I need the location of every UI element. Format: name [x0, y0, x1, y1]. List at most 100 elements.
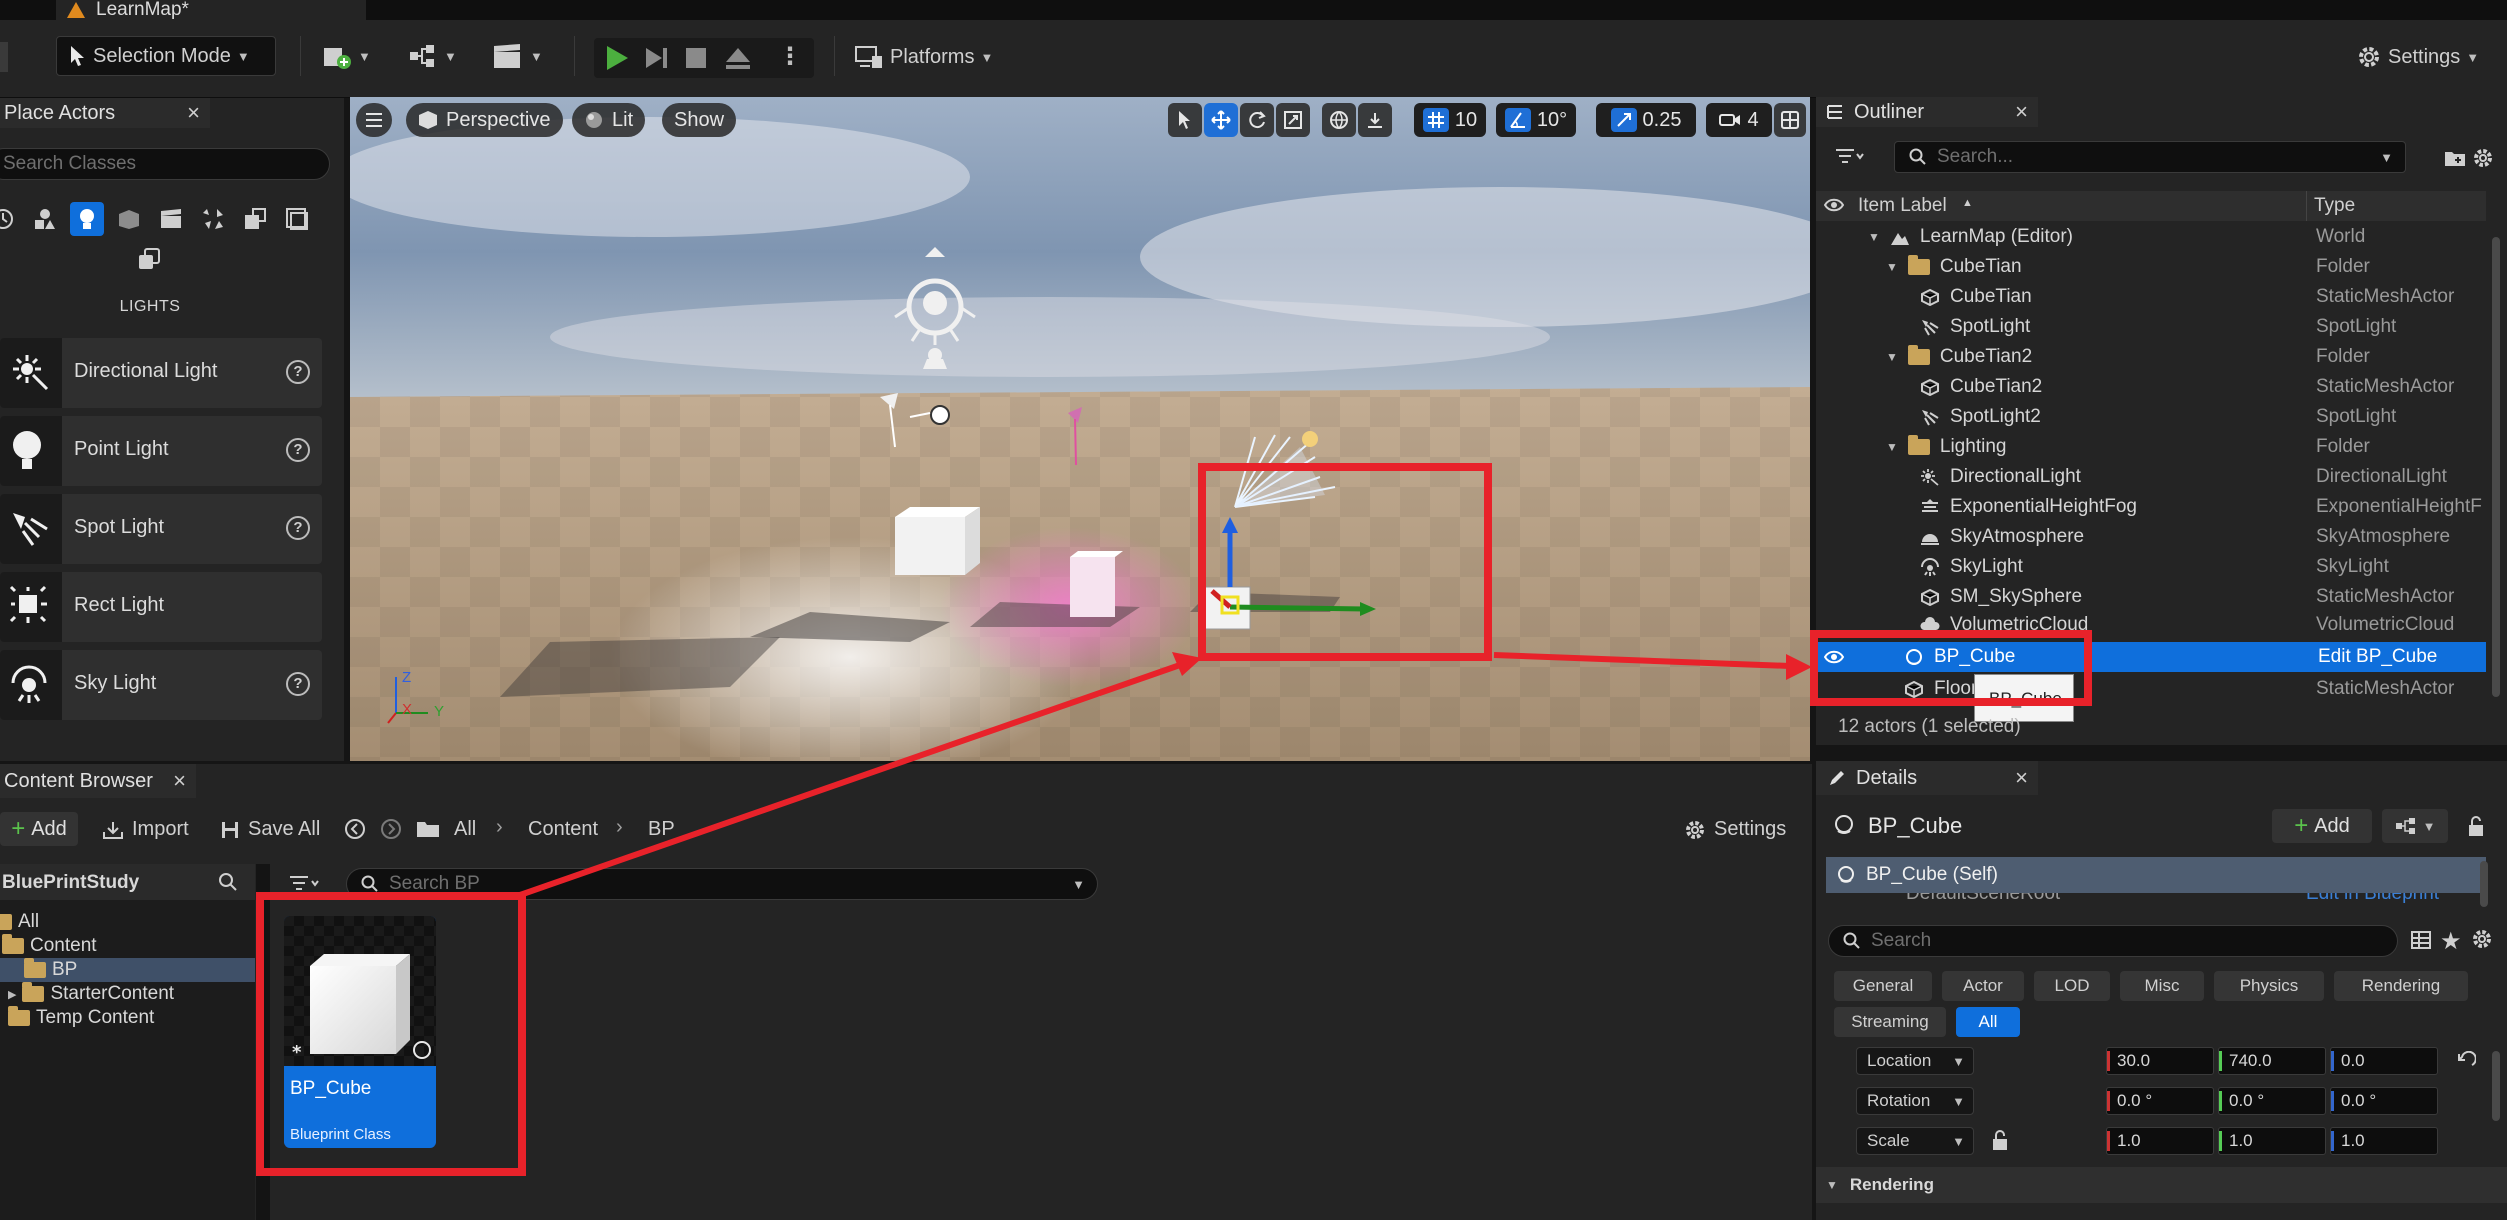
filter-streaming[interactable]: Streaming: [1834, 1007, 1946, 1037]
scale-z-field[interactable]: 1.0: [2330, 1127, 2438, 1155]
cinematics-button[interactable]: ▼: [492, 42, 543, 70]
close-icon[interactable]: ×: [187, 100, 200, 126]
location-dropdown[interactable]: Location ▼: [1856, 1047, 1974, 1075]
recently-placed-icon[interactable]: [0, 202, 20, 236]
unlock-icon[interactable]: [1990, 1129, 2010, 1151]
favorites-star-icon[interactable]: ★: [2440, 927, 2462, 956]
forward-arrow-icon[interactable]: [380, 818, 402, 840]
stop-icon[interactable]: [684, 46, 708, 70]
help-icon[interactable]: ?: [286, 438, 310, 462]
location-x-field[interactable]: 30.0: [2106, 1047, 2214, 1075]
selection-mode-dropdown[interactable]: Selection Mode ▼: [56, 36, 276, 76]
tree-item-bp[interactable]: BP: [0, 958, 255, 982]
filter-all[interactable]: All: [1956, 1007, 2020, 1037]
filter-lod[interactable]: LOD: [2034, 971, 2110, 1001]
new-folder-icon[interactable]: [2444, 149, 2466, 167]
blueprint-options-button[interactable]: ▼: [2382, 809, 2448, 843]
outliner-row-actor[interactable]: CubeTian StaticMeshActor: [1816, 282, 2486, 312]
add-component-button[interactable]: + Add: [2272, 809, 2372, 843]
outliner-row-world[interactable]: ▼ LearnMap (Editor) World: [1816, 222, 2486, 252]
outliner-row-actor[interactable]: VolumetricCloud VolumetricCloud: [1816, 612, 2486, 630]
breadcrumb-bp[interactable]: BP: [648, 818, 675, 841]
scale-snap-button[interactable]: 0.25: [1596, 103, 1696, 137]
blueprints-button[interactable]: ▼: [408, 42, 457, 70]
show-button[interactable]: Show: [662, 103, 737, 137]
tree-item-temp-content[interactable]: Temp Content: [0, 1006, 255, 1030]
project-header[interactable]: BluePrintStudy: [0, 864, 255, 900]
components-scrollbar[interactable]: [2480, 861, 2488, 907]
tree-item-all[interactable]: All: [0, 910, 255, 934]
outliner-row-folder[interactable]: ▼ Lighting Folder: [1816, 432, 2486, 462]
cinematic-icon[interactable]: [154, 202, 188, 236]
cb-settings-button[interactable]: Settings: [1684, 818, 1786, 841]
actor-name[interactable]: BP_Cube: [1868, 813, 1962, 839]
viewport-menu-button[interactable]: [356, 103, 392, 137]
rotation-z-field[interactable]: 0.0 °: [2330, 1087, 2438, 1115]
outliner-tab[interactable]: Outliner ×: [1816, 97, 2038, 127]
collapse-arrow-icon[interactable]: ▼: [1886, 350, 1898, 364]
close-icon[interactable]: ×: [2015, 99, 2028, 125]
scale-x-field[interactable]: 1.0: [2106, 1127, 2214, 1155]
help-icon[interactable]: ?: [286, 360, 310, 384]
surface-snap-button[interactable]: [1358, 103, 1392, 137]
advance-frame-icon[interactable]: [642, 44, 670, 72]
table-view-icon[interactable]: [2410, 929, 2432, 951]
component-child-row[interactable]: DefaultSceneRoot Edit in Blueprint: [1826, 893, 2486, 905]
filter-icon[interactable]: [288, 874, 322, 892]
outliner-row-actor[interactable]: ExponentialHeightFog ExponentialHeightF: [1816, 492, 2486, 522]
close-icon[interactable]: ×: [173, 768, 186, 794]
toolbar-settings-button[interactable]: Settings ▼: [2356, 44, 2479, 70]
filter-misc[interactable]: Misc: [2120, 971, 2204, 1001]
all-classes-icon[interactable]: [132, 242, 166, 276]
tree-item-content[interactable]: Content: [0, 934, 255, 958]
back-arrow-icon[interactable]: [344, 818, 366, 840]
outliner-row-actor[interactable]: SkyAtmosphere SkyAtmosphere: [1816, 522, 2486, 552]
outliner-row-actor[interactable]: DirectionalLight DirectionalLight: [1816, 462, 2486, 492]
more-options-icon[interactable]: ⋮: [778, 42, 802, 71]
sky-light-item[interactable]: Sky Light ?: [0, 650, 322, 720]
grid-snap-button[interactable]: 10: [1414, 103, 1486, 137]
outliner-row-actor[interactable]: SM_SkySphere StaticMeshActor: [1816, 582, 2486, 612]
visual-effects-icon[interactable]: [196, 202, 230, 236]
basic-shapes-icon[interactable]: [28, 202, 62, 236]
camera-speed-button[interactable]: 4: [1706, 103, 1772, 137]
directional-light-item[interactable]: Directional Light ?: [0, 338, 322, 408]
platforms-button[interactable]: Platforms ▼: [854, 44, 993, 70]
expand-arrow-icon[interactable]: ▶: [8, 988, 16, 1001]
collapse-arrow-icon[interactable]: ▼: [1868, 230, 1880, 244]
perspective-button[interactable]: Perspective: [406, 103, 563, 137]
world-space-button[interactable]: [1322, 103, 1356, 137]
scale-dropdown[interactable]: Scale ▼: [1856, 1127, 1974, 1155]
play-icon[interactable]: [602, 44, 630, 72]
edit-in-blueprint-link[interactable]: Edit in Blueprint: [2306, 893, 2439, 905]
edit-blueprint-link[interactable]: Edit BP_Cube: [2318, 646, 2488, 668]
outliner-row-actor[interactable]: SkyLight SkyLight: [1816, 552, 2486, 582]
save-all-button[interactable]: Save All: [220, 818, 320, 841]
breadcrumb-all[interactable]: All: [454, 818, 476, 841]
collapse-arrow-icon[interactable]: ▼: [1886, 260, 1898, 274]
outliner-row-actor[interactable]: SpotLight2 SpotLight: [1816, 402, 2486, 432]
select-tool-button[interactable]: [1168, 103, 1202, 137]
outliner-row-folder[interactable]: ▼ CubeTian Folder: [1816, 252, 2486, 282]
spot-light-item[interactable]: Spot Light ?: [0, 494, 322, 564]
outliner-row-folder[interactable]: ▼ CubeTian2 Folder: [1816, 342, 2486, 372]
outliner-row-actor[interactable]: CubeTian2 StaticMeshActor: [1816, 372, 2486, 402]
help-icon[interactable]: ?: [286, 516, 310, 540]
rotation-dropdown[interactable]: Rotation ▼: [1856, 1087, 1974, 1115]
eject-icon[interactable]: [724, 44, 752, 72]
filter-icon[interactable]: [1834, 147, 1864, 165]
scale-tool-button[interactable]: [1276, 103, 1310, 137]
point-light-item[interactable]: Point Light ?: [0, 416, 322, 486]
details-search-input[interactable]: Search: [1828, 925, 2398, 957]
filter-rendering[interactable]: Rendering: [2334, 971, 2468, 1001]
layout-button[interactable]: [1774, 103, 1806, 137]
rendering-section-header[interactable]: ▼ Rendering: [1816, 1167, 2507, 1203]
volumes-icon[interactable]: [280, 202, 314, 236]
help-icon[interactable]: ?: [286, 672, 310, 696]
content-browser-tab[interactable]: Content Browser ×: [0, 764, 196, 798]
import-button[interactable]: Import: [102, 818, 189, 841]
save-level-icon[interactable]: [0, 42, 8, 72]
details-scrollbar[interactable]: [2492, 1051, 2500, 1121]
filter-physics[interactable]: Physics: [2214, 971, 2324, 1001]
geometry-icon[interactable]: [238, 202, 272, 236]
